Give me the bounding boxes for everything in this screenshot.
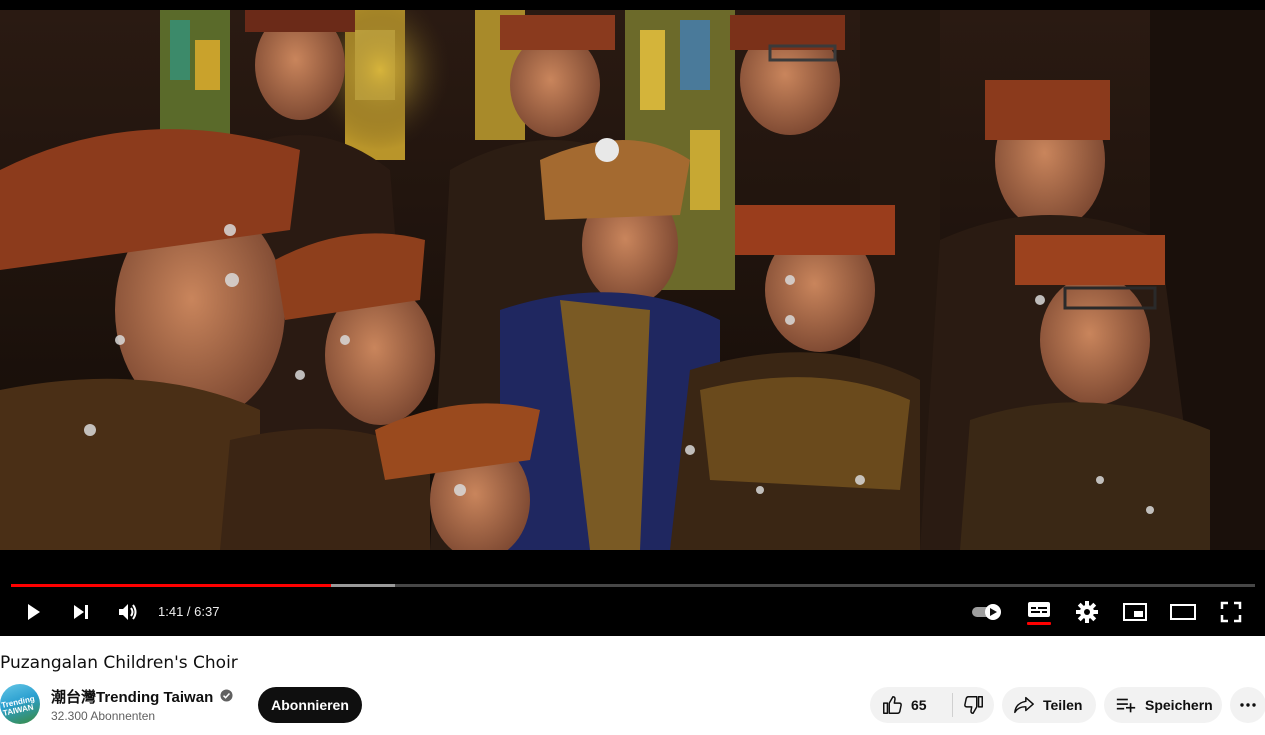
video-title: Puzangalan Children's Choir (0, 653, 238, 673)
playlist-add-icon (1116, 698, 1136, 713)
more-actions-button[interactable] (1230, 687, 1265, 723)
time-current: 1:41 (158, 604, 184, 619)
like-count: 65 (911, 697, 927, 713)
miniplayer-button[interactable] (1119, 596, 1151, 628)
progress-played (11, 584, 331, 587)
autoplay-toggle-icon (972, 604, 1001, 620)
next-icon (74, 605, 88, 619)
dislike-button[interactable] (953, 687, 994, 723)
subtitles-button[interactable] (1023, 596, 1055, 628)
volume-button[interactable] (112, 596, 144, 628)
time-display: 1:41 / 6:37 (158, 604, 219, 619)
verified-badge-icon (220, 689, 233, 702)
subscribe-button[interactable]: Abonnieren (258, 687, 362, 723)
more-vert-icon (1240, 703, 1256, 707)
share-button[interactable]: Teilen (1002, 687, 1096, 723)
time-total: 6:37 (194, 604, 220, 619)
next-button[interactable] (65, 596, 97, 628)
avatar-logo-text: Trending TAIWAN (0, 694, 36, 718)
video-frame[interactable] (0, 10, 1265, 550)
like-button[interactable]: 65 (870, 687, 952, 723)
video-player[interactable]: 1:41 / 6:37 (0, 0, 1265, 636)
theater-mode-button[interactable] (1167, 596, 1199, 628)
share-icon (1014, 696, 1034, 714)
play-icon (28, 604, 40, 620)
like-dislike-group: 65 (870, 687, 994, 723)
channel-avatar[interactable]: Trending TAIWAN (0, 684, 40, 724)
play-button[interactable] (17, 596, 49, 628)
settings-button[interactable] (1071, 596, 1103, 628)
subtitles-icon (1027, 602, 1051, 625)
save-label: Speichern (1145, 697, 1213, 713)
time-separator: / (183, 604, 195, 619)
channel-name[interactable]: 潮台灣Trending Taiwan (51, 686, 213, 707)
volume-icon (119, 604, 137, 620)
video-still-image (0, 10, 1265, 550)
save-button[interactable]: Speichern (1104, 687, 1222, 723)
thumbs-down-icon (963, 696, 983, 714)
autoplay-toggle[interactable] (970, 596, 1006, 628)
share-label: Teilen (1043, 697, 1083, 713)
fullscreen-icon (1220, 601, 1242, 623)
theater-icon (1170, 604, 1196, 620)
subscriber-count: 32.300 Abonnenten (51, 709, 156, 723)
miniplayer-icon (1123, 603, 1147, 621)
fullscreen-button[interactable] (1215, 596, 1247, 628)
progress-bar[interactable] (11, 584, 1255, 587)
thumbs-up-icon (883, 696, 902, 714)
settings-icon (1076, 601, 1098, 623)
